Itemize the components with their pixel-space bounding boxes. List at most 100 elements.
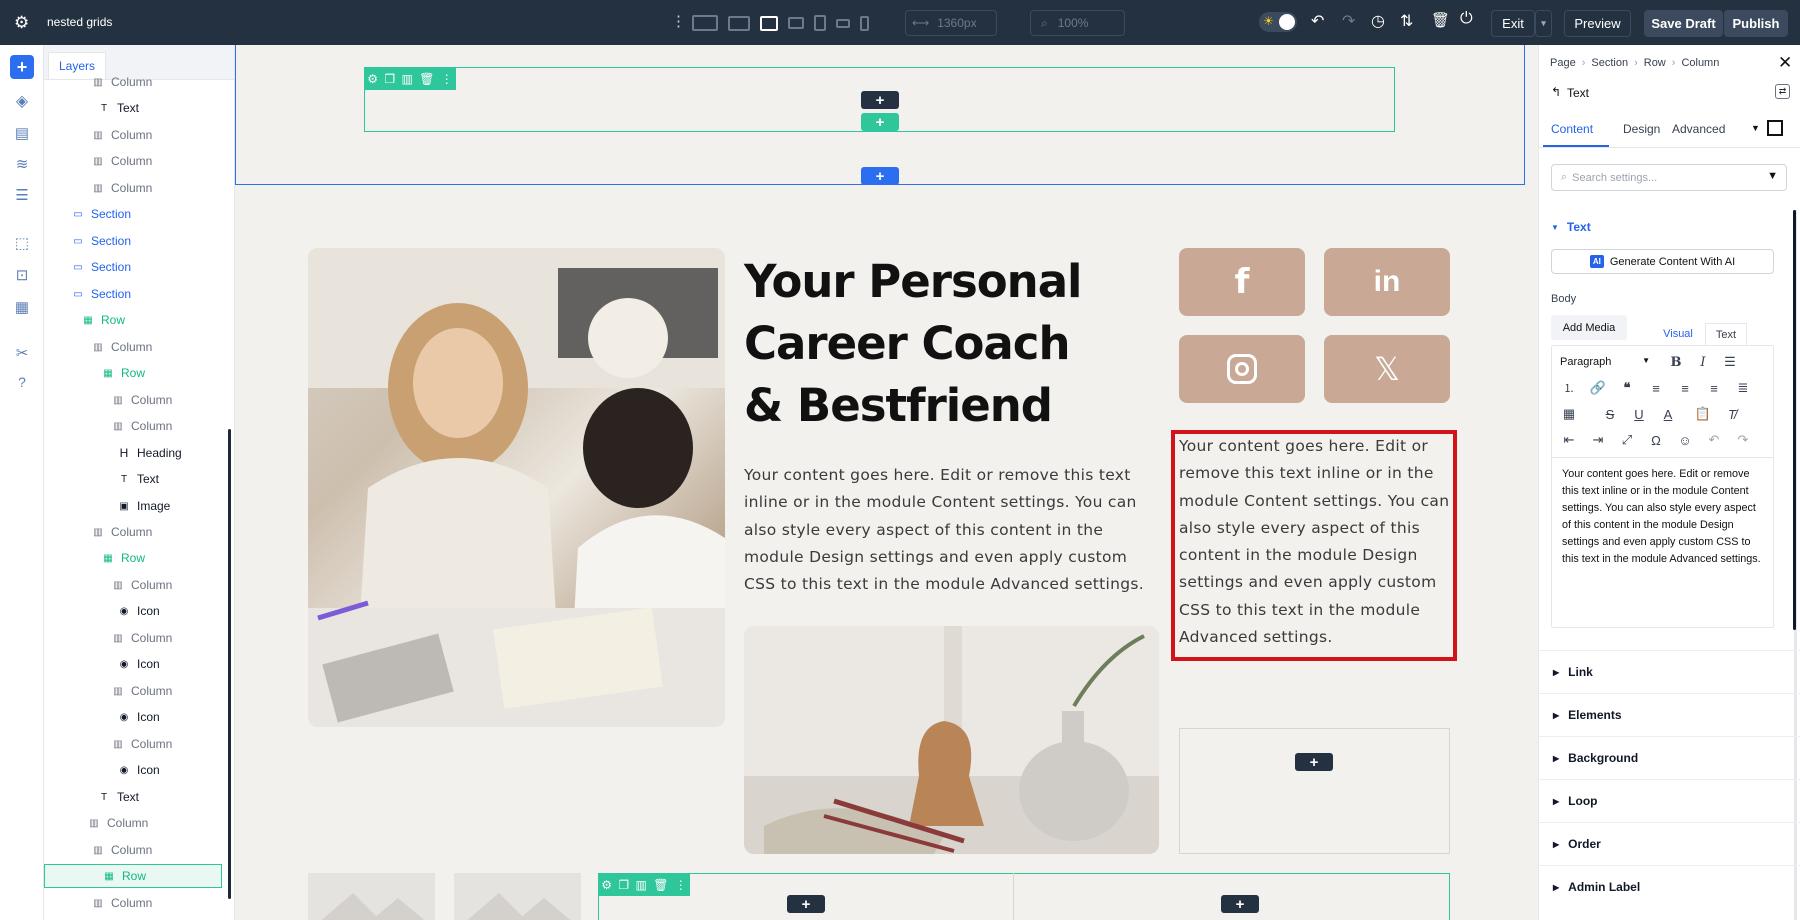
- empty-column[interactable]: [1179, 728, 1450, 854]
- layer-item-section[interactable]: ▭ Section: [70, 202, 131, 226]
- layer-item-column[interactable]: ▥ Column: [90, 335, 152, 359]
- width-input[interactable]: ⟷ 1360px: [905, 10, 997, 36]
- filter-icon[interactable]: ▼: [1767, 170, 1778, 182]
- bullet-list-icon[interactable]: ☰: [1719, 351, 1741, 373]
- tab-content[interactable]: Content: [1551, 122, 1593, 136]
- panel-scrollbar-thumb[interactable]: [1793, 210, 1796, 630]
- breadcrumb-section[interactable]: Section: [1591, 57, 1628, 69]
- linkedin-tile[interactable]: in: [1324, 248, 1450, 316]
- layer-item-row[interactable]: ▦ Row: [100, 546, 145, 570]
- layer-item-column[interactable]: ▥ Column: [90, 891, 152, 915]
- format-select[interactable]: Paragraph ▼: [1560, 356, 1650, 368]
- breadcrumb-column[interactable]: Column: [1681, 57, 1719, 69]
- placeholder-image-1[interactable]: [308, 873, 435, 920]
- layers-scrollbar[interactable]: [228, 429, 231, 899]
- history-icon[interactable]: ◷: [1371, 11, 1385, 31]
- theme-builder-icon[interactable]: ▤: [10, 121, 34, 145]
- underline-icon[interactable]: U: [1628, 403, 1650, 425]
- add-icon[interactable]: +: [10, 55, 34, 79]
- layer-item-column[interactable]: ▥ Column: [90, 838, 152, 862]
- delete-icon[interactable]: 🗑: [653, 878, 668, 892]
- laptop-icon[interactable]: [760, 15, 778, 31]
- database-icon[interactable]: ≋: [10, 152, 34, 176]
- layer-item-column[interactable]: ▥ Column: [110, 679, 172, 703]
- bottom-row[interactable]: [598, 873, 1450, 920]
- section-admin-label[interactable]: ▶ Admin Label: [1539, 865, 1800, 908]
- layer-item-icon[interactable]: ◉ Icon: [116, 705, 160, 729]
- layer-item-column[interactable]: ▥ Column: [110, 573, 172, 597]
- layer-item-icon[interactable]: ◉ Icon: [116, 652, 160, 676]
- publish-button[interactable]: Publish: [1724, 10, 1788, 37]
- add-module-button-2[interactable]: +: [1295, 753, 1333, 771]
- layer-item-column[interactable]: ▥ Column: [86, 811, 148, 835]
- layer-item-column[interactable]: ▥ Column: [90, 176, 152, 200]
- section-order[interactable]: ▶ Order: [1539, 822, 1800, 865]
- page-settings-icon[interactable]: ☰: [10, 183, 34, 207]
- editor-tab-visual[interactable]: Visual: [1651, 323, 1705, 345]
- layer-item-heading[interactable]: H Heading: [116, 441, 182, 465]
- paste-text-icon[interactable]: 📋: [1692, 403, 1714, 425]
- layer-item-section[interactable]: ▭ Section: [70, 255, 131, 279]
- editor-content[interactable]: Your content goes here. Edit or remove t…: [1562, 466, 1767, 568]
- zoom-input[interactable]: ⌕ 100%: [1030, 10, 1125, 36]
- redo-icon[interactable]: ↷: [1342, 11, 1355, 31]
- portability-icon[interactable]: ▦: [10, 295, 34, 319]
- hero-heading[interactable]: Your Personal Career Coach & Bestfriend: [744, 251, 1104, 437]
- redo-icon[interactable]: ↷: [1732, 429, 1754, 451]
- section-loop[interactable]: ▶ Loop: [1539, 779, 1800, 822]
- more-icon[interactable]: ⋮: [441, 72, 453, 86]
- square-icon[interactable]: [1767, 120, 1783, 136]
- back-arrow-icon[interactable]: ↰: [1551, 85, 1561, 99]
- layer-item-section[interactable]: ▭ Section: [70, 229, 131, 253]
- layer-item-row[interactable]: ▦ Row: [44, 864, 222, 888]
- text-color-icon[interactable]: A: [1657, 403, 1679, 425]
- link-icon[interactable]: 🔗: [1587, 377, 1609, 399]
- delete-icon[interactable]: 🗑: [419, 72, 434, 86]
- body-text[interactable]: Your content goes here. Edit or remove t…: [744, 462, 1149, 598]
- layer-item-column[interactable]: ▥ Column: [110, 414, 172, 438]
- layer-item-column[interactable]: ▥ Column: [90, 123, 152, 147]
- tab-more-chevron-icon[interactable]: ▼: [1751, 123, 1760, 133]
- sage-photo[interactable]: [744, 626, 1159, 854]
- phone-icon[interactable]: [860, 15, 869, 31]
- section-background[interactable]: ▶ Background: [1539, 736, 1800, 779]
- more-icon[interactable]: ⋮: [675, 878, 687, 892]
- group-text-header[interactable]: ▼ Text: [1551, 220, 1591, 234]
- duplicate-icon[interactable]: ❐: [618, 878, 629, 892]
- fullscreen-icon[interactable]: ⤢: [1616, 429, 1638, 451]
- trash-icon[interactable]: 🗑: [1431, 11, 1450, 29]
- add-module-button[interactable]: +: [861, 91, 899, 109]
- save-draft-button[interactable]: Save Draft: [1644, 10, 1723, 37]
- section-elements[interactable]: ▶ Elements: [1539, 693, 1800, 736]
- numbered-list-icon[interactable]: ⒈: [1558, 377, 1580, 399]
- preset-icon[interactable]: ⇄: [1775, 84, 1790, 99]
- layer-item-section[interactable]: ▭ Section: [70, 282, 131, 306]
- italic-icon[interactable]: I: [1692, 351, 1714, 373]
- tablet-icon[interactable]: [814, 15, 826, 31]
- settings-icon[interactable]: ⚙: [367, 72, 378, 86]
- indent-icon[interactable]: ⇥: [1587, 429, 1609, 451]
- layer-item-text[interactable]: T Text: [96, 96, 139, 120]
- align-justify-icon[interactable]: ≣: [1732, 377, 1754, 399]
- placeholder-image-2[interactable]: [454, 873, 581, 920]
- gear-icon[interactable]: ⚙: [14, 13, 29, 33]
- search-settings-field[interactable]: ⌕ Search settings... ▼: [1551, 164, 1787, 191]
- layer-item-image[interactable]: ▣ Image: [116, 494, 170, 518]
- help-icon[interactable]: ?: [10, 370, 34, 394]
- phone-landscape-icon[interactable]: [836, 18, 850, 28]
- clear-format-icon[interactable]: T̸: [1721, 403, 1743, 425]
- columns-icon[interactable]: ▥: [401, 72, 412, 86]
- editor-tab-text[interactable]: Text: [1705, 323, 1747, 345]
- duplicate-icon[interactable]: ❐: [384, 72, 395, 86]
- layer-item-column[interactable]: ▥ Column: [90, 520, 152, 544]
- layer-item-row[interactable]: ▦ Row: [80, 308, 125, 332]
- bold-icon[interactable]: B: [1665, 351, 1687, 373]
- layer-item-text[interactable]: T Text: [116, 467, 159, 491]
- layer-item-column[interactable]: ▥ Column: [90, 70, 152, 94]
- layer-item-column[interactable]: ▥ Column: [110, 732, 172, 756]
- tools-icon[interactable]: ✂: [10, 341, 34, 365]
- theme-toggle[interactable]: ☀: [1259, 12, 1297, 32]
- settings-icon[interactable]: ⚙: [601, 878, 612, 892]
- emoji-icon[interactable]: ☺: [1674, 429, 1696, 451]
- breadcrumb-page[interactable]: Page: [1550, 57, 1576, 69]
